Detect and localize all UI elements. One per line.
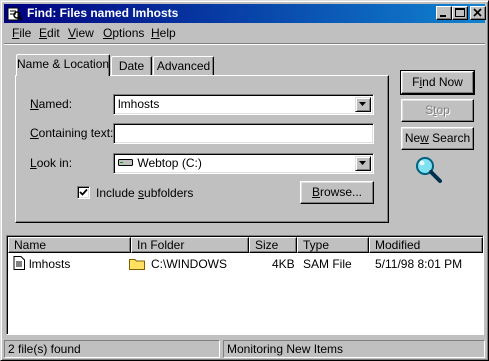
column-header-modified[interactable]: Modified xyxy=(369,237,483,253)
include-subfolders-label[interactable]: Include subfolders xyxy=(96,186,193,200)
tab-advanced[interactable]: Advanced xyxy=(153,56,214,76)
column-header-name[interactable]: Name xyxy=(8,237,131,253)
checkmark-icon xyxy=(79,188,88,196)
file-icon xyxy=(13,256,25,270)
row-type: SAM File xyxy=(303,257,352,271)
browse-button[interactable]: Browse... xyxy=(300,181,374,204)
find-app-icon xyxy=(7,7,23,21)
row-name: lmhosts xyxy=(29,257,71,271)
status-monitoring: Monitoring New Items xyxy=(223,340,485,358)
folder-icon xyxy=(129,259,145,270)
find-now-button[interactable]: Find Now xyxy=(400,70,475,95)
column-header-type[interactable]: Type xyxy=(297,237,369,253)
menu-edit[interactable]: Edit xyxy=(39,26,60,40)
menu-file[interactable]: File xyxy=(12,26,31,40)
magnifier-icon xyxy=(416,157,442,183)
minimize-button[interactable] xyxy=(436,6,452,20)
tab-panel: Named: lmhosts Containing text: Look in:… xyxy=(15,75,389,223)
drive-icon xyxy=(118,159,133,166)
chevron-down-icon xyxy=(359,161,366,165)
maximize-icon xyxy=(455,8,465,17)
new-search-button[interactable]: New Search xyxy=(401,127,474,150)
tab-date[interactable]: Date xyxy=(111,56,152,76)
maximize-button[interactable] xyxy=(452,6,468,20)
menu-bar: File Edit View Options Help xyxy=(4,24,485,42)
include-subfolders-checkbox[interactable] xyxy=(77,186,90,199)
row-folder: C:\WINDOWS xyxy=(151,257,227,271)
menu-help[interactable]: Help xyxy=(151,26,176,40)
look-in-combobox[interactable]: Webtop (C:) xyxy=(113,153,374,174)
named-value: lmhosts xyxy=(118,97,160,111)
close-icon xyxy=(473,8,482,17)
row-modified: 5/11/98 8:01 PM xyxy=(375,257,463,271)
look-in-dropdown-button[interactable] xyxy=(355,156,371,171)
chevron-down-icon xyxy=(359,102,366,106)
row-size: 4KB xyxy=(272,257,295,271)
named-combobox[interactable]: lmhosts xyxy=(113,94,374,115)
title-bar[interactable]: Find: Files named lmhosts xyxy=(4,4,486,23)
menu-separator xyxy=(4,43,485,45)
status-bar: 2 file(s) found Monitoring New Items xyxy=(4,340,485,358)
column-header-size[interactable]: Size xyxy=(249,237,297,253)
menu-view[interactable]: View xyxy=(68,26,94,40)
look-in-value: Webtop (C:) xyxy=(137,156,202,170)
menu-options[interactable]: Options xyxy=(103,26,144,40)
stop-button[interactable]: Stop xyxy=(401,99,474,122)
close-button[interactable] xyxy=(470,6,486,20)
results-list[interactable]: Name In Folder Size Type Modified lmhost… xyxy=(6,235,484,335)
look-in-label: Look in: xyxy=(30,156,73,170)
containing-text-input[interactable] xyxy=(113,123,374,144)
column-header-in-folder[interactable]: In Folder xyxy=(131,237,249,253)
find-window: Find: Files named lmhosts File Edit View… xyxy=(0,0,489,361)
window-title: Find: Files named lmhosts xyxy=(27,6,179,20)
named-label: Named: xyxy=(30,97,73,111)
minimize-icon xyxy=(440,15,446,17)
tab-name-location[interactable]: Name & Location xyxy=(16,54,110,76)
table-row[interactable]: lmhosts C:\WINDOWS 4KB SAM File 5/11/98 … xyxy=(8,255,482,272)
named-dropdown-button[interactable] xyxy=(355,97,371,112)
status-found: 2 file(s) found xyxy=(4,340,220,358)
containing-text-label: Containing text: xyxy=(30,126,114,140)
